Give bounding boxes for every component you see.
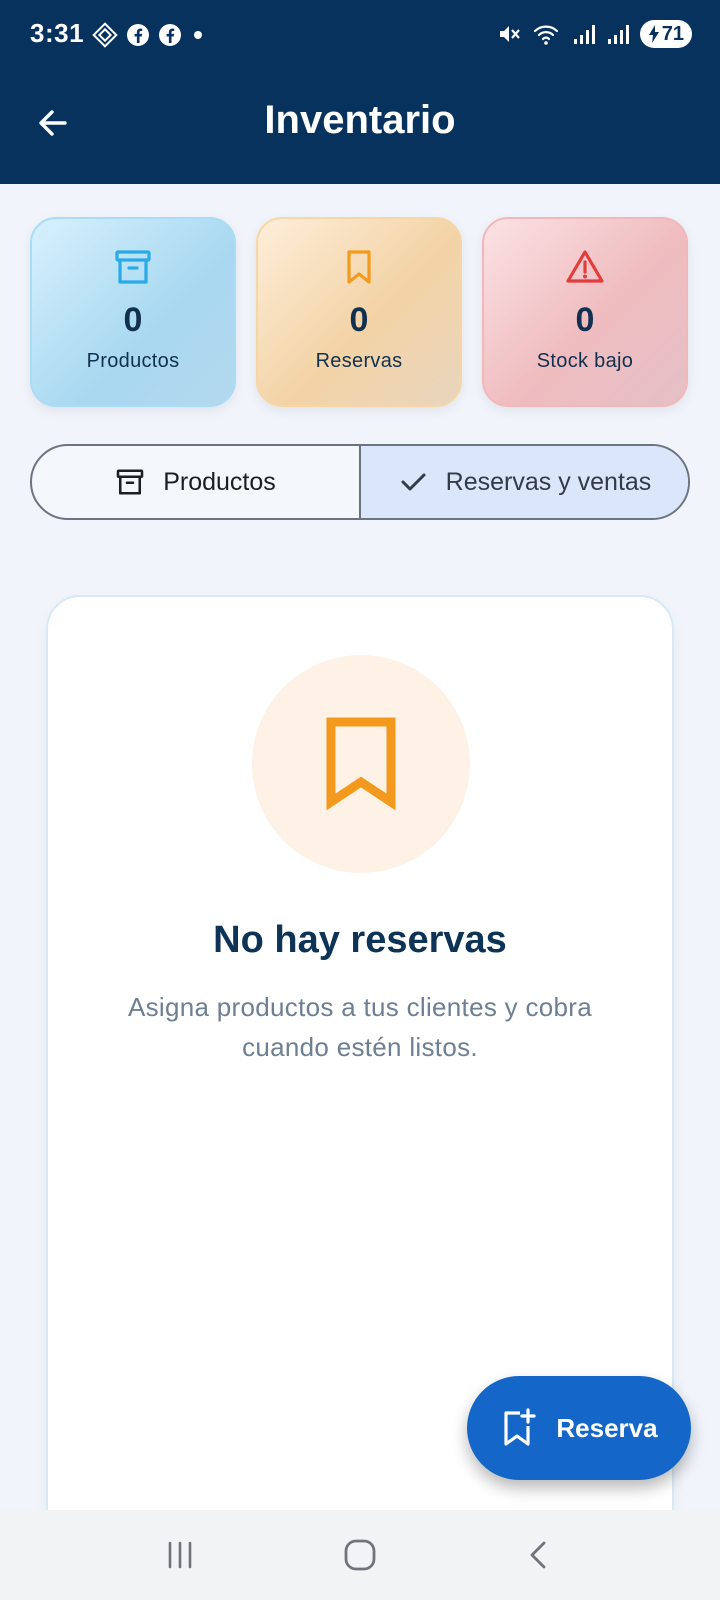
check-icon (401, 473, 426, 491)
facebook-icon (127, 24, 149, 46)
empty-state-description: Asigna productos a tus clientes y cobra … (127, 992, 593, 1062)
stat-label: Reservas (315, 350, 403, 372)
status-time: 3:31 (30, 18, 85, 48)
archive-icon (115, 250, 151, 284)
segment-label: Productos (163, 467, 276, 496)
warning-icon (566, 250, 604, 283)
system-nav-bar (0, 1510, 720, 1600)
fab-label: Reserva (556, 1412, 658, 1443)
stat-value: 0 (575, 301, 595, 339)
recent-apps-button[interactable] (145, 1520, 215, 1590)
wifi-icon (533, 25, 558, 45)
facebook-icon (159, 24, 181, 46)
status-right-icons: 71 (496, 20, 692, 48)
stat-label: Productos (86, 350, 180, 372)
inventory-screen: 3:31 71 Inventario 0 Productos 0 Reserva… (0, 0, 720, 1600)
recent-apps-icon (168, 1541, 192, 1569)
archive-icon (116, 469, 144, 495)
bookmark-add-icon (504, 1408, 536, 1446)
segment-productos[interactable]: Productos (32, 446, 359, 518)
stat-value: 0 (349, 301, 369, 339)
status-bar: 3:31 71 (0, 0, 720, 68)
home-button[interactable] (325, 1520, 395, 1590)
dot-icon (194, 31, 202, 39)
mute-icon (499, 26, 520, 42)
back-icon (530, 1541, 546, 1569)
header: 3:31 71 Inventario (0, 0, 720, 184)
home-icon (344, 1539, 376, 1571)
stat-value: 0 (123, 301, 143, 339)
stat-label: Stock bajo (536, 350, 634, 372)
new-reserva-button[interactable]: Reserva (467, 1376, 691, 1480)
page-title: Inventario (264, 98, 456, 142)
segment-reservas-y-ventas[interactable]: Reservas y ventas (359, 446, 688, 518)
bookmark-icon (347, 250, 371, 284)
battery-indicator: 71 (639, 20, 692, 48)
view-toggle: Productos Reservas y ventas (30, 444, 690, 520)
system-back-button[interactable] (505, 1520, 575, 1590)
stat-card-reservas[interactable]: 0 Reservas (256, 217, 462, 407)
stats-row: 0 Productos 0 Reservas 0 Stock bajo (30, 217, 690, 407)
empty-state-title: No hay reservas (213, 919, 507, 961)
segment-label: Reservas y ventas (445, 467, 652, 496)
charging-icon (648, 25, 659, 43)
empty-state-illustration (252, 655, 470, 873)
app-bar: Inventario (0, 84, 720, 160)
assistant-icon (92, 22, 118, 48)
stat-card-stock-bajo[interactable]: 0 Stock bajo (482, 217, 688, 407)
signal-icon (607, 25, 629, 44)
bookmark-icon (326, 717, 396, 811)
signal-icon (573, 25, 595, 44)
status-left-icons (92, 22, 206, 48)
stat-card-productos[interactable]: 0 Productos (30, 217, 236, 407)
battery-level: 71 (661, 22, 684, 45)
